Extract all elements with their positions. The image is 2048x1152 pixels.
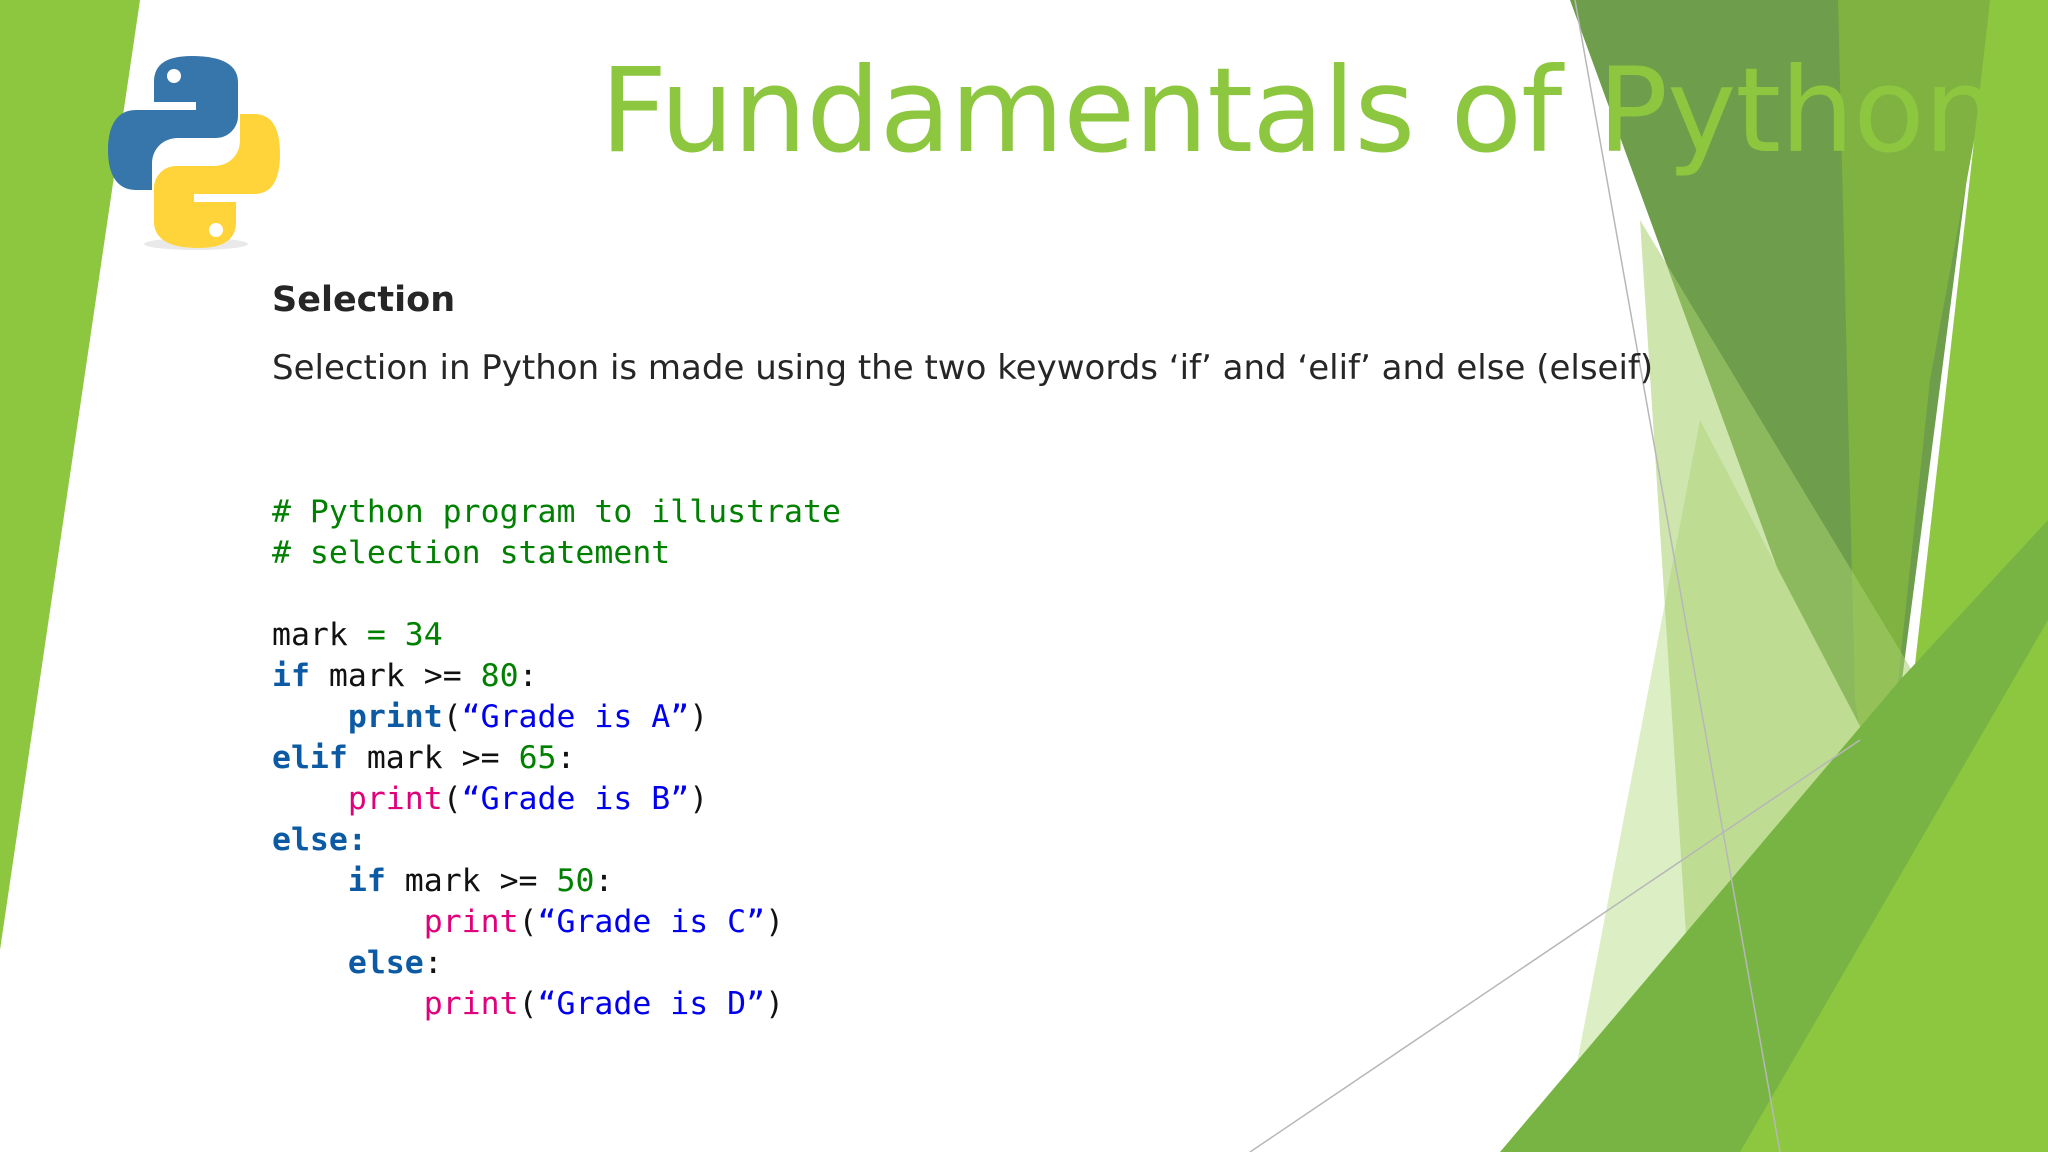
code-line: elif mark >= 65:: [272, 738, 841, 779]
slide-title: Fundamentals of Python: [600, 42, 1998, 179]
code-expression: mark >=: [404, 863, 538, 899]
code-line: print(“Grade is D”): [272, 984, 841, 1025]
code-string: “Grade is B”: [461, 781, 690, 817]
section-description: Selection in Python is made using the tw…: [272, 348, 1654, 388]
code-punctuation: (: [442, 781, 462, 817]
code-expression: mark >=: [328, 658, 462, 694]
code-line: else:: [272, 943, 841, 984]
code-function: print: [423, 904, 519, 940]
code-identifier: mark: [272, 617, 348, 653]
code-number: 65: [518, 740, 557, 776]
code-function: print: [423, 986, 519, 1022]
section-heading: Selection: [272, 280, 456, 320]
code-punctuation: :: [518, 658, 538, 694]
code-punctuation: ): [765, 904, 785, 940]
code-string: “Grade is D”: [537, 986, 766, 1022]
code-punctuation: ): [765, 986, 785, 1022]
code-punctuation: :: [556, 740, 576, 776]
code-keyword: elif: [272, 740, 348, 776]
code-line: print(“Grade is A”): [272, 697, 841, 738]
code-punctuation: :: [594, 863, 614, 899]
code-line: if mark >= 80:: [272, 656, 841, 697]
code-number: 50: [556, 863, 595, 899]
code-line: print(“Grade is B”): [272, 779, 841, 820]
code-line: else:: [272, 820, 841, 861]
code-number: 34: [404, 617, 443, 653]
code-punctuation: ): [689, 699, 709, 735]
code-line: print(“Grade is C”): [272, 902, 841, 943]
code-keyword: if: [347, 863, 386, 899]
code-string: “Grade is A”: [461, 699, 690, 735]
code-punctuation: (: [442, 699, 462, 735]
code-keyword: else:: [272, 822, 367, 858]
code-punctuation: ): [689, 781, 709, 817]
code-keyword: else: [347, 945, 424, 981]
code-line: mark = 34: [272, 615, 841, 656]
python-logo-icon: [108, 56, 280, 250]
code-function: print: [347, 781, 443, 817]
code-punctuation: (: [518, 904, 538, 940]
code-keyword: if: [272, 658, 310, 694]
code-comment: # Python program to illustrate: [272, 494, 841, 530]
code-line: # Python program to illustrate: [272, 492, 841, 533]
code-line: if mark >= 50:: [272, 861, 841, 902]
code-comment: # selection statement: [272, 535, 671, 571]
code-function: print: [347, 699, 443, 735]
code-string: “Grade is C”: [537, 904, 766, 940]
code-expression: mark >=: [366, 740, 500, 776]
code-punctuation: (: [518, 986, 538, 1022]
code-block: # Python program to illustrate # selecti…: [272, 492, 841, 1025]
code-punctuation: :: [423, 945, 443, 981]
code-number: 80: [480, 658, 519, 694]
code-line: # selection statement: [272, 533, 841, 574]
code-operator: =: [366, 617, 386, 653]
